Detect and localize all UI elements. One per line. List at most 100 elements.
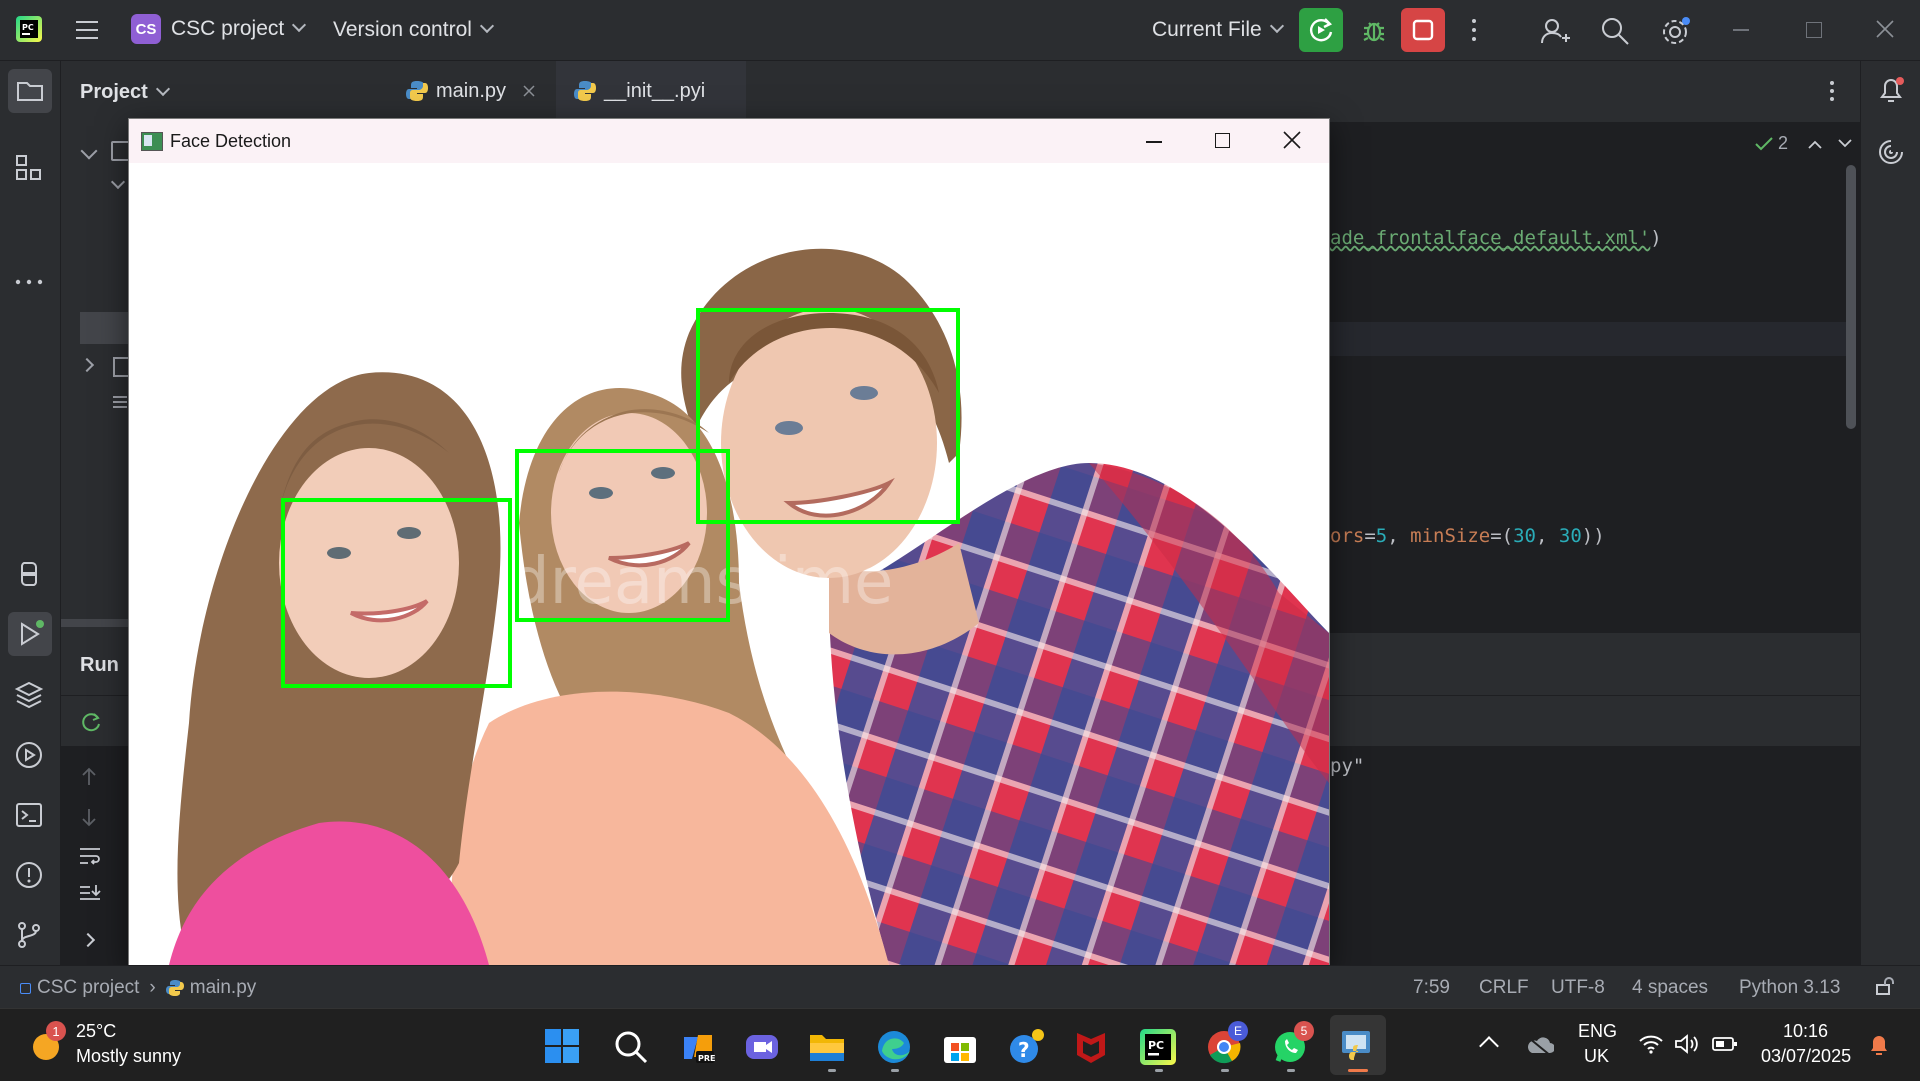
keyboard-layout[interactable]: UK — [1584, 1046, 1609, 1067]
python-app-taskbar-button[interactable] — [1330, 1015, 1386, 1075]
video-chat-app-icon[interactable] — [744, 1031, 780, 1063]
version-control-label: Version control — [333, 18, 472, 41]
inspection-widget[interactable]: 2 — [1754, 133, 1852, 154]
scroll-to-end-icon[interactable] — [78, 883, 102, 905]
search-icon[interactable] — [614, 1030, 648, 1064]
face-detection-window[interactable]: Face Detection dreamstime — [128, 118, 1330, 966]
running-indicator — [1221, 1069, 1229, 1072]
project-tool-button[interactable] — [8, 69, 52, 113]
window-title-bar[interactable]: Face Detection — [129, 119, 1329, 163]
svg-text:PC: PC — [22, 23, 34, 32]
scroll-down-icon[interactable] — [79, 807, 99, 827]
breadcrumb: CSC project › main.py — [20, 977, 256, 999]
python-interpreter[interactable]: Python 3.13 — [1739, 977, 1840, 999]
main-menu-icon[interactable] — [74, 18, 100, 42]
code-line-detect: ors=5, minSize=(30, 30)) — [1330, 525, 1605, 547]
soft-wrap-icon[interactable] — [78, 845, 102, 867]
terminal-icon[interactable] — [14, 800, 44, 830]
more-tools-icon[interactable] — [14, 275, 44, 287]
windows-taskbar: 1 25°C Mostly sunny PRE ? PC E 5 ENG UK … — [0, 1008, 1920, 1081]
mcafee-icon[interactable] — [1074, 1029, 1108, 1065]
close-icon[interactable] — [1876, 20, 1894, 38]
caret-position[interactable]: 7:59 — [1413, 977, 1450, 999]
project-view-selector[interactable]: Project — [80, 81, 170, 104]
panel-splitter[interactable] — [61, 619, 131, 627]
tab-actions-icon[interactable] — [1828, 79, 1836, 103]
scroll-up-icon[interactable] — [79, 767, 99, 787]
tab-label: main.py — [436, 79, 507, 102]
pycharm-logo-icon[interactable]: PC — [16, 16, 42, 42]
add-user-icon[interactable] — [1540, 16, 1570, 46]
more-actions-icon[interactable] — [1466, 16, 1482, 44]
layers-icon[interactable] — [14, 680, 44, 710]
profile-badge: E — [1228, 1021, 1248, 1041]
search-icon[interactable] — [1600, 16, 1630, 46]
settings-gear-icon[interactable] — [1659, 15, 1691, 47]
git-branch-icon[interactable] — [14, 920, 44, 950]
windows-start-icon[interactable] — [545, 1029, 579, 1063]
tab-init-pyi[interactable]: __init__.pyi — [556, 61, 746, 121]
code-punct: =( — [1490, 525, 1514, 547]
services-icon[interactable] — [14, 740, 44, 770]
version-control-menu[interactable]: Version control — [333, 18, 494, 42]
restore-icon[interactable] — [1806, 22, 1822, 38]
clock-date[interactable]: 03/07/2025 — [1761, 1046, 1851, 1067]
project-selector[interactable]: CS CSC project — [131, 14, 307, 44]
pycharm-taskbar-icon[interactable]: PC — [1140, 1029, 1176, 1065]
indentation[interactable]: 4 spaces — [1632, 977, 1708, 999]
notifications-bell-icon[interactable] — [1876, 75, 1906, 107]
stop-button[interactable] — [1401, 8, 1445, 52]
rerun-button[interactable] — [1299, 8, 1343, 52]
right-tool-window-bar — [1860, 61, 1920, 965]
face-detection-box-1 — [281, 498, 512, 688]
read-only-toggle-icon[interactable] — [1875, 976, 1895, 996]
microsoft-store-icon[interactable] — [942, 1029, 978, 1065]
code-punct: )) — [1581, 525, 1605, 547]
editor-scrollbar[interactable] — [1846, 165, 1856, 429]
ai-assistant-icon[interactable] — [1876, 137, 1906, 167]
close-icon[interactable] — [1283, 131, 1301, 149]
file-explorer-icon[interactable] — [808, 1031, 846, 1063]
rerun-icon — [1310, 18, 1333, 42]
tree-expand-icon[interactable] — [80, 142, 98, 160]
clock-time[interactable]: 10:16 — [1783, 1021, 1828, 1042]
tree-collapse-icon[interactable] — [79, 357, 95, 373]
run-configuration-selector[interactable]: Current File — [1152, 18, 1284, 42]
python-file-icon — [406, 81, 428, 101]
volume-icon[interactable] — [1674, 1033, 1700, 1055]
get-help-icon[interactable]: ? — [1008, 1029, 1044, 1065]
previous-highlight-icon[interactable] — [1808, 139, 1822, 149]
file-encoding[interactable]: UTF-8 — [1551, 977, 1605, 999]
temperature[interactable]: 25°C — [76, 1021, 116, 1042]
active-indicator — [1348, 1069, 1368, 1072]
battery-icon[interactable] — [1712, 1036, 1738, 1052]
chevron-down-icon — [479, 18, 494, 34]
weather-condition[interactable]: Mostly sunny — [76, 1046, 181, 1067]
line-separator[interactable]: CRLF — [1479, 977, 1529, 999]
tree-expand-icon[interactable] — [110, 174, 126, 190]
rerun-icon[interactable] — [79, 710, 103, 734]
structure-icon[interactable] — [14, 153, 44, 183]
minimize-icon[interactable] — [1146, 141, 1162, 143]
notification-bell-icon[interactable] — [1868, 1033, 1890, 1057]
run-tool-button[interactable] — [8, 612, 52, 656]
edge-browser-icon[interactable] — [876, 1029, 912, 1065]
left-tool-window-bar — [0, 61, 61, 965]
show-hidden-icons-chevron-icon[interactable] — [1479, 1036, 1499, 1056]
minimize-icon[interactable] — [1733, 29, 1749, 31]
breadcrumb-file[interactable]: main.py — [190, 977, 257, 999]
debug-button[interactable] — [1358, 14, 1390, 46]
python-console-icon[interactable] — [14, 559, 44, 589]
language-indicator[interactable]: ENG — [1578, 1021, 1617, 1042]
tab-main-py[interactable]: main.py — [386, 61, 554, 124]
copilot-app-icon[interactable]: PRE — [680, 1029, 716, 1065]
check-icon — [1755, 136, 1773, 150]
wifi-icon[interactable] — [1638, 1033, 1664, 1055]
maximize-icon[interactable] — [1215, 133, 1230, 148]
problems-icon[interactable] — [14, 860, 44, 890]
run-icon — [21, 620, 44, 646]
close-tab-icon[interactable] — [522, 84, 536, 98]
breadcrumb-project[interactable]: CSC project — [37, 977, 139, 999]
next-highlight-icon[interactable] — [1838, 138, 1852, 149]
onedrive-cloud-icon[interactable] — [1526, 1035, 1555, 1057]
